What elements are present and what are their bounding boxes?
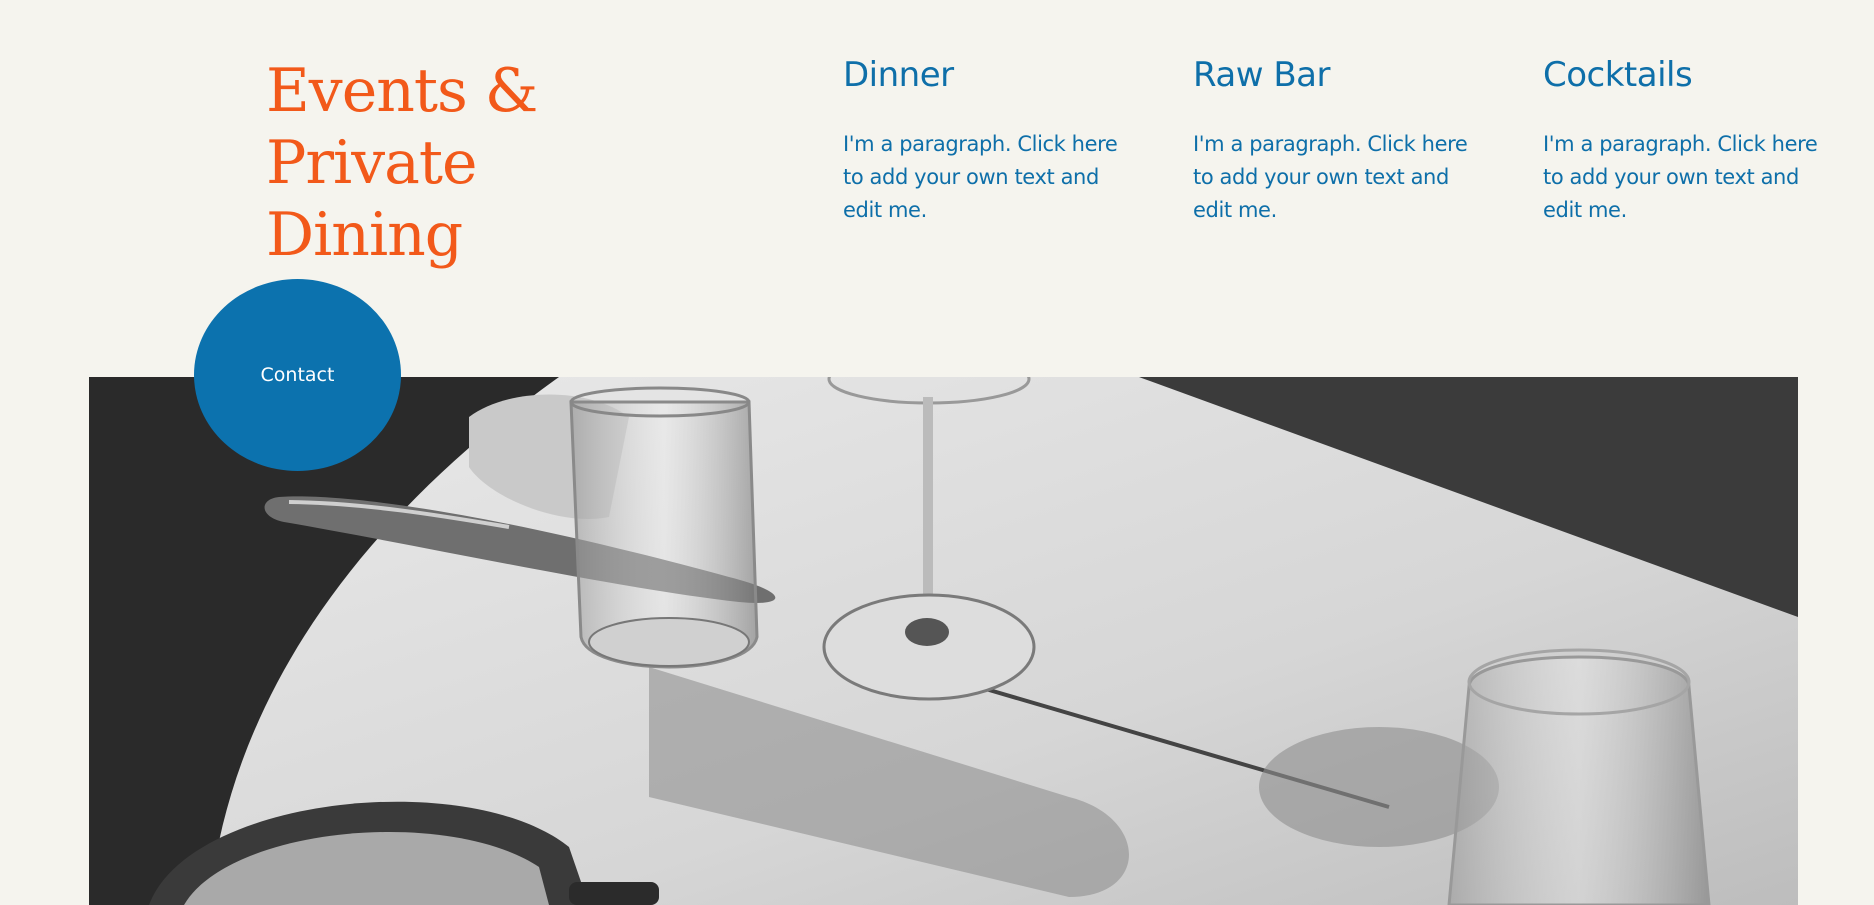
cocktails-heading: Cocktails <box>1543 55 1693 95</box>
cocktails-column: Cocktails I'm a paragraph. Click here to… <box>1543 52 1833 227</box>
dinner-heading: Dinner <box>843 55 954 95</box>
cocktails-paragraph: I'm a paragraph. Click here to add your … <box>1543 132 1818 222</box>
page-title: Events & Private Dining <box>266 56 538 270</box>
raw-bar-heading: Raw Bar <box>1193 55 1330 95</box>
raw-bar-column: Raw Bar I'm a paragraph. Click here to a… <box>1193 52 1483 227</box>
contact-button[interactable]: Contact <box>194 279 401 471</box>
dinner-paragraph: I'm a paragraph. Click here to add your … <box>843 132 1118 222</box>
dinner-column: Dinner I'm a paragraph. Click here to ad… <box>843 52 1133 227</box>
raw-bar-paragraph: I'm a paragraph. Click here to add your … <box>1193 132 1468 222</box>
